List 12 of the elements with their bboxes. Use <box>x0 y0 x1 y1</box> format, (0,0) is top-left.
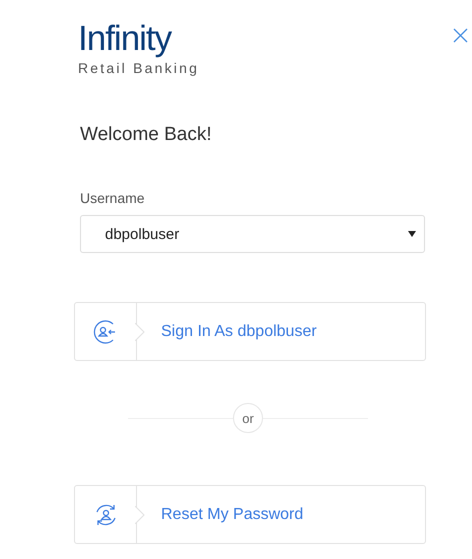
divider-notch <box>135 506 145 524</box>
logo-wordmark: Infinity <box>78 18 173 60</box>
divider-notch <box>135 323 145 341</box>
username-label: Username <box>80 190 146 206</box>
username-select[interactable]: dbpolbuser <box>80 215 425 253</box>
caret-icon <box>408 231 416 237</box>
close-button[interactable] <box>453 28 468 43</box>
sign-in-button[interactable]: Sign In As dbpolbuser <box>74 302 426 361</box>
or-separator: or <box>233 403 263 433</box>
logo-tagline: Retail Banking <box>78 60 200 76</box>
reset-password-button[interactable]: Reset My Password <box>74 485 426 544</box>
welcome-heading: Welcome Back! <box>80 124 213 146</box>
